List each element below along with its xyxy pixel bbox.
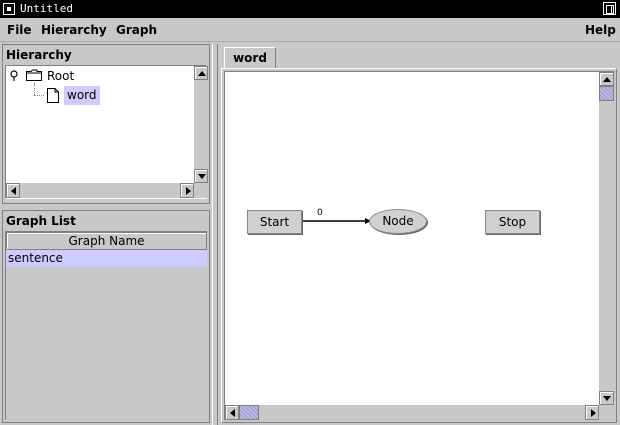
scroll-down-button[interactable] (599, 391, 614, 405)
scroll-thumb[interactable] (239, 405, 259, 420)
expand-handle-icon[interactable] (9, 70, 19, 81)
scroll-up-button[interactable] (599, 72, 614, 86)
hierarchy-panel: Hierarchy Root word (2, 44, 210, 204)
scroll-right-button[interactable] (180, 183, 194, 198)
tree-item-word[interactable]: word (64, 86, 100, 105)
graph-list-table: Graph Name sentence (5, 231, 207, 420)
scroll-corner (194, 183, 208, 198)
tab-word[interactable]: word (224, 47, 276, 69)
graph-list-title: Graph List (6, 214, 76, 228)
title-bar: Untitled (0, 0, 620, 18)
canvas-hscrollbar[interactable] (225, 405, 599, 420)
folder-icon (26, 69, 42, 81)
window-menu-icon[interactable] (3, 3, 15, 15)
menu-hierarchy[interactable]: Hierarchy (41, 22, 107, 38)
edge-label: 0 (317, 208, 323, 218)
scroll-corner (599, 405, 614, 420)
window-title: Untitled (20, 2, 73, 15)
hierarchy-panel-title: Hierarchy (6, 48, 72, 62)
scroll-down-button[interactable] (194, 169, 208, 183)
tree-item-root[interactable]: Root (47, 68, 74, 84)
maximize-icon[interactable] (603, 2, 616, 15)
scroll-left-button[interactable] (6, 183, 20, 198)
menu-file[interactable]: File (7, 22, 32, 38)
scroll-left-button[interactable] (225, 405, 239, 420)
tree-connector (34, 83, 35, 95)
split-pane-divider[interactable] (212, 44, 218, 425)
edge-start-node (302, 218, 371, 224)
graph-canvas[interactable]: 0 Start Node Stop (224, 71, 614, 420)
scroll-right-button[interactable] (585, 405, 599, 420)
node-start[interactable]: Start (247, 210, 302, 234)
tab-content-frame: 0 Start Node Stop (221, 68, 617, 423)
scroll-thumb[interactable] (599, 86, 614, 101)
graph-list-panel: Graph List Graph Name sentence (2, 210, 210, 423)
column-header-graph-name[interactable]: Graph Name (6, 232, 207, 250)
menu-help[interactable]: Help (585, 22, 616, 38)
document-icon (47, 88, 59, 103)
hierarchy-tree: Root word (5, 65, 208, 199)
scroll-up-button[interactable] (194, 66, 208, 80)
canvas-vscrollbar[interactable] (599, 72, 614, 405)
editor-area: word 0 Start Node Stop (219, 44, 619, 425)
hierarchy-hscrollbar[interactable] (6, 183, 194, 198)
node-stop[interactable]: Stop (485, 210, 540, 234)
menu-bar: File Hierarchy Graph Help (0, 18, 620, 42)
table-row[interactable]: sentence (6, 250, 207, 267)
tree-connector (34, 95, 44, 96)
node-node[interactable]: Node (369, 209, 427, 234)
hierarchy-vscrollbar[interactable] (194, 66, 208, 183)
menu-graph[interactable]: Graph (116, 22, 157, 38)
